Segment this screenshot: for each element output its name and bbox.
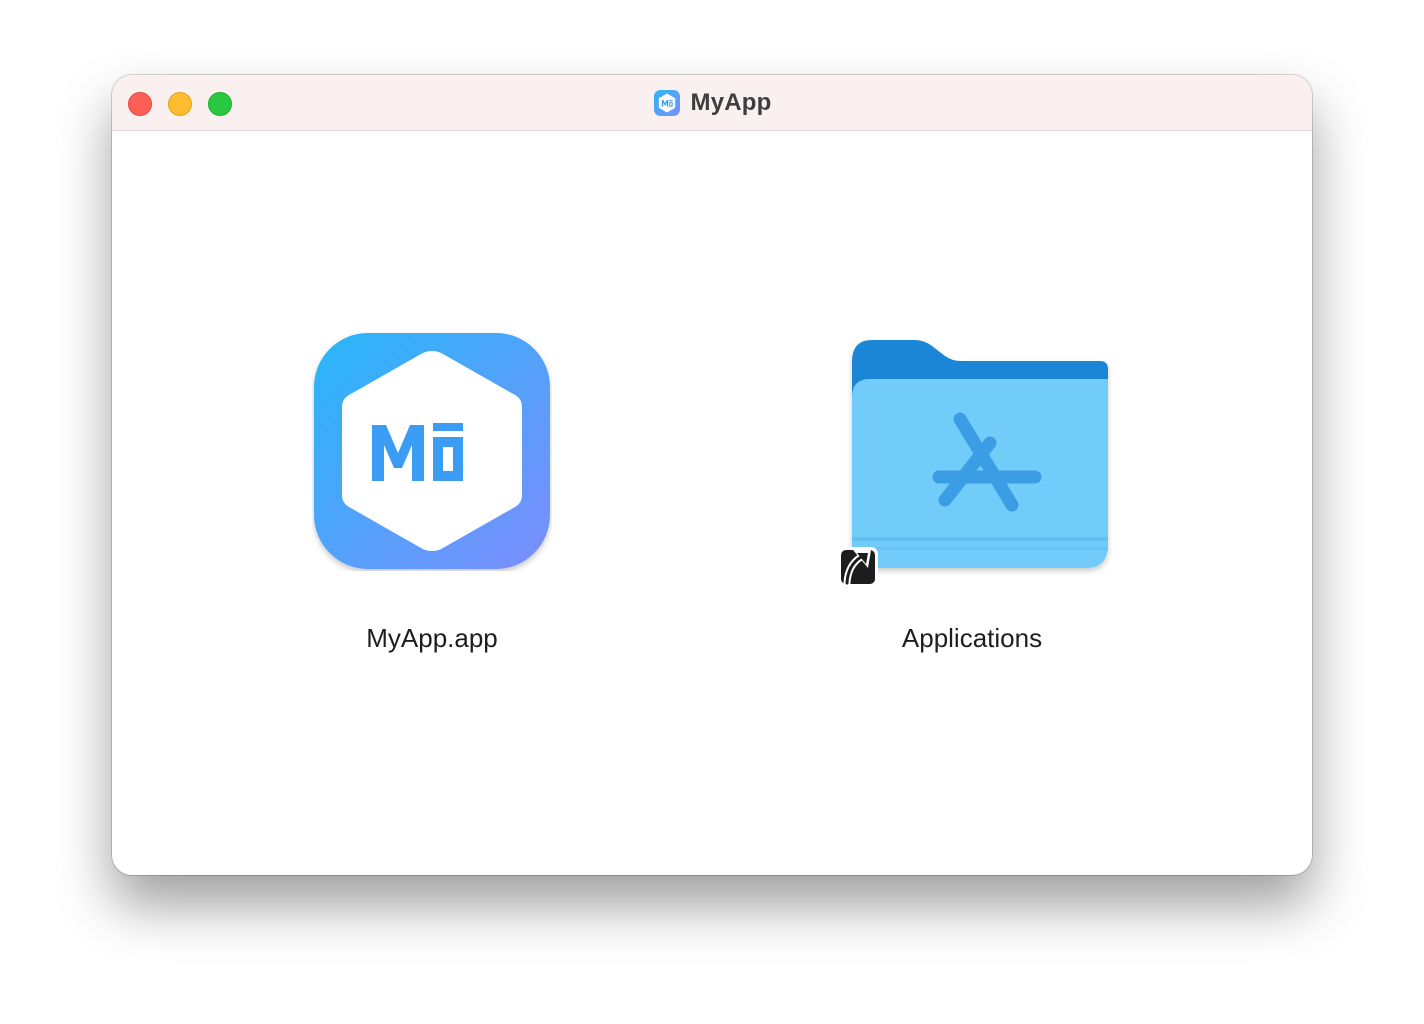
applications-item[interactable]: Applications <box>812 325 1132 665</box>
applications-label: Applications <box>901 623 1043 653</box>
alias-arrow-icon <box>838 547 878 587</box>
app-icon[interactable] <box>312 331 552 571</box>
window-title-group: MyApp <box>112 75 1312 131</box>
applications-folder-icon[interactable] <box>812 325 1132 615</box>
app-logo-icon <box>653 90 680 116</box>
app-item[interactable]: MyApp.app <box>292 325 572 665</box>
window-title: MyApp <box>690 89 772 116</box>
title-bar[interactable]: MyApp <box>112 75 1312 131</box>
app-label: MyApp.app <box>366 623 498 653</box>
installer-window: MyApp MyApp.app Applications <box>112 75 1312 875</box>
